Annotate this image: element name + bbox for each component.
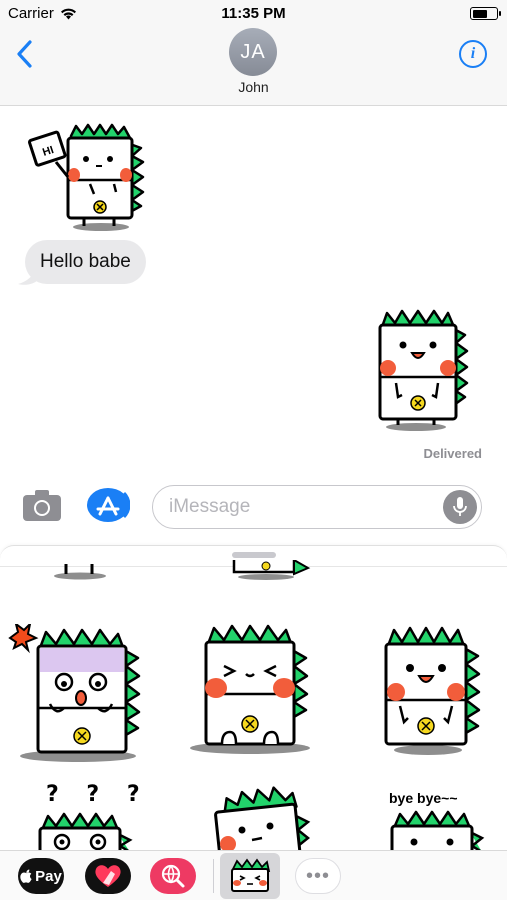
sent-sticker-happy[interactable] (368, 305, 478, 435)
sticker-pack-icon (231, 858, 271, 892)
drawer-grabber[interactable] (232, 552, 276, 558)
app-strip: Pay ••• (0, 850, 507, 900)
sticker-partial-1[interactable] (44, 560, 114, 580)
received-message-bubble[interactable]: Hello babe (25, 240, 146, 284)
received-sticker-hi[interactable]: HI (24, 122, 154, 232)
globe-search-icon (161, 864, 185, 888)
apple-pay-label: Pay (35, 867, 62, 885)
info-icon[interactable]: i (459, 40, 487, 68)
camera-icon[interactable] (22, 488, 62, 522)
avatar-initials: JA (240, 40, 266, 63)
chevron-left-icon[interactable] (12, 38, 40, 70)
heart-hand-icon (95, 865, 121, 887)
status-time: 11:35 PM (221, 5, 286, 22)
web-images-app[interactable] (150, 858, 196, 894)
contact-name[interactable]: John (0, 79, 507, 95)
sticker-squint[interactable] (188, 620, 322, 760)
conversation-header: JA John i (0, 28, 507, 106)
sticker-happy[interactable] (376, 622, 488, 758)
delivered-status: Delivered (423, 446, 482, 461)
received-message-text: Hello babe (40, 251, 131, 272)
app-store-icon[interactable] (86, 487, 130, 523)
sticker-wink[interactable] (208, 786, 318, 850)
sticker-partial-2[interactable] (228, 560, 318, 582)
more-label: ••• (305, 864, 330, 887)
more-apps-button[interactable]: ••• (295, 858, 341, 894)
sticker-shocked[interactable] (6, 624, 146, 766)
question-marks: ? ? ? (46, 782, 150, 807)
battery-icon (470, 7, 501, 20)
contact-avatar[interactable]: JA (229, 28, 277, 76)
bye-bye-caption: bye bye~~ (389, 790, 458, 806)
sticker-drawer: ? ? ? bye bye~~ (0, 545, 507, 850)
message-input[interactable] (152, 485, 482, 529)
digital-touch-app[interactable] (85, 858, 131, 894)
apple-pay-app[interactable]: Pay (18, 858, 64, 894)
microphone-icon[interactable] (443, 490, 477, 524)
sticker-bye-bye[interactable] (384, 808, 494, 850)
apple-logo-icon (20, 869, 32, 883)
sticker-confused[interactable] (36, 810, 136, 850)
sticker-pack-app[interactable] (220, 853, 280, 899)
status-bar: Carrier 11:35 PM (0, 0, 507, 28)
